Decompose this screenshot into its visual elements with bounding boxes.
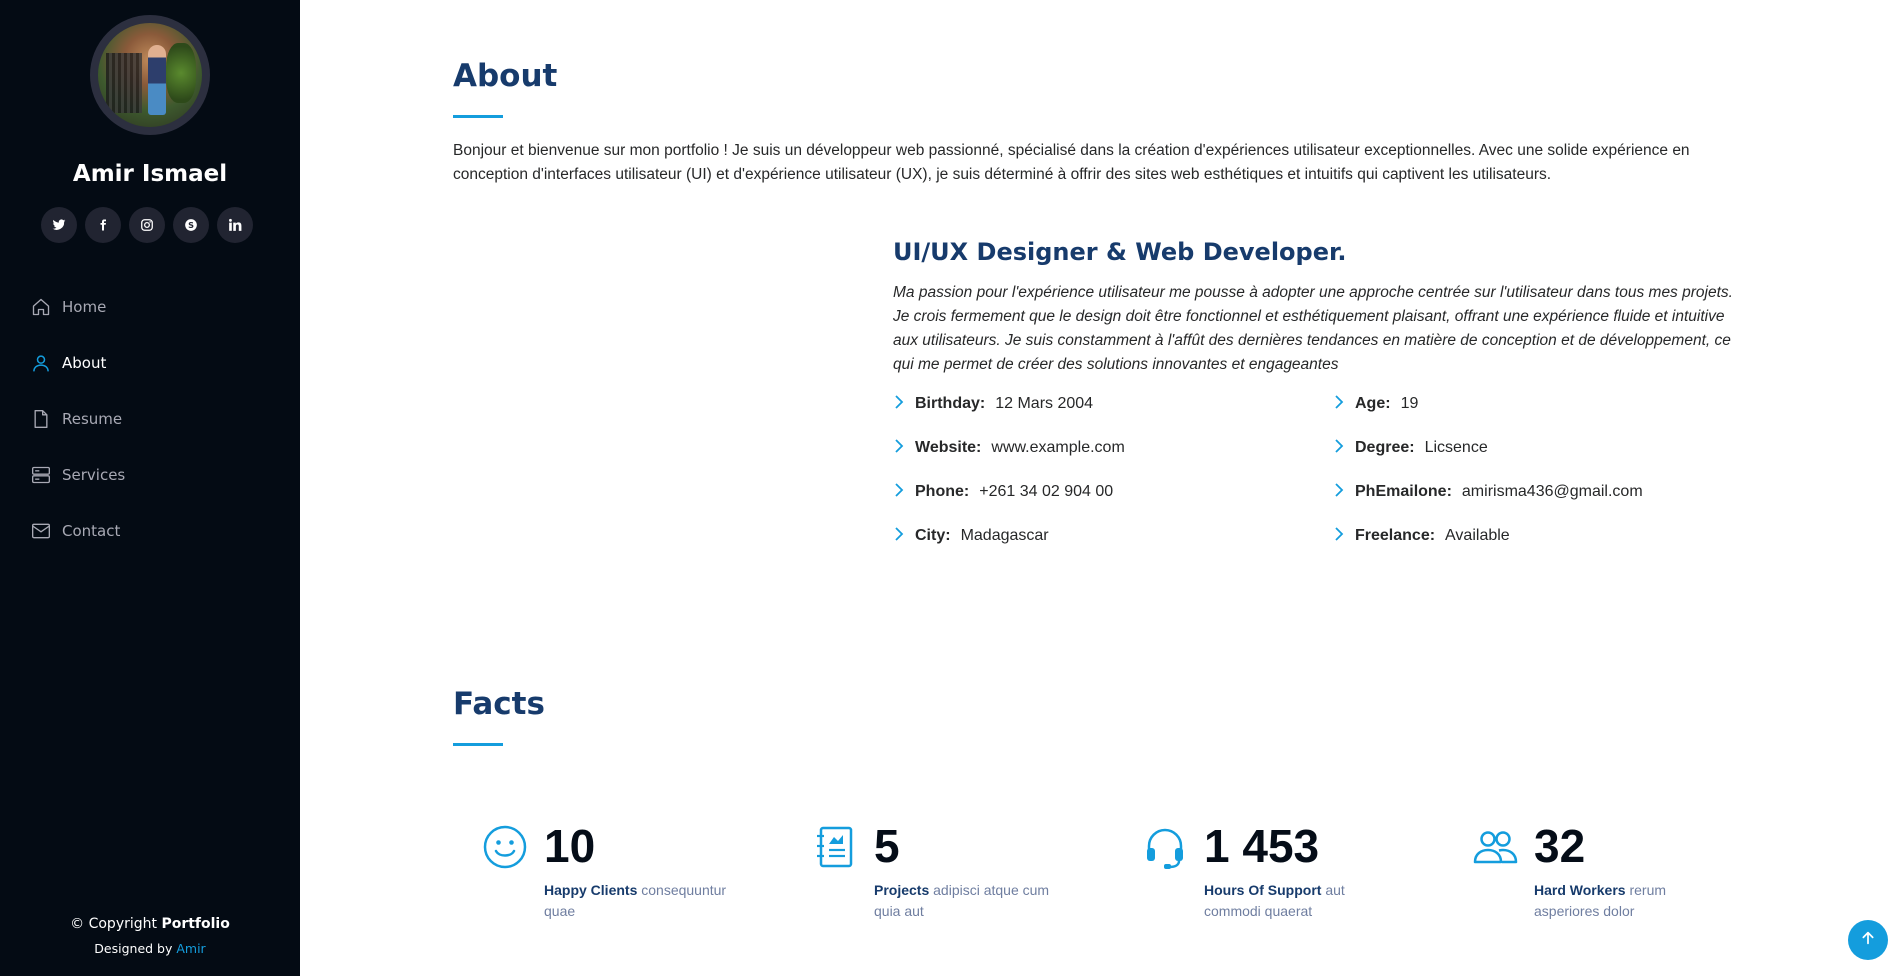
nav-item-label: Resume bbox=[62, 410, 123, 428]
designer-link[interactable]: Amir bbox=[176, 941, 205, 956]
avatar bbox=[90, 15, 210, 135]
fact-label: Hours Of Support bbox=[1204, 882, 1322, 898]
avatar-photo-gate bbox=[106, 53, 142, 113]
facts-title: Facts bbox=[453, 686, 545, 722]
chevron-right-icon bbox=[893, 438, 907, 459]
chevron-right-icon bbox=[1333, 438, 1347, 459]
nav-item-label: About bbox=[62, 354, 107, 372]
fact-number: 1 453 bbox=[1204, 820, 1320, 872]
fact-item: 1 453 Hours Of Support aut commodi quaer… bbox=[1142, 818, 1472, 928]
file-icon bbox=[30, 408, 52, 430]
detail-age: Age: 19 bbox=[1333, 392, 1773, 416]
linkedin-icon[interactable] bbox=[217, 207, 253, 243]
envelope-icon bbox=[30, 520, 52, 542]
about-title-underline bbox=[453, 115, 503, 118]
detail-freelance: Freelance: Available bbox=[1333, 524, 1773, 548]
nav-item-contact[interactable]: Contact bbox=[30, 503, 125, 559]
designed-by: Designed by Amir bbox=[0, 941, 300, 956]
home-icon bbox=[30, 296, 52, 318]
headset-icon bbox=[1142, 824, 1188, 870]
fact-label: Hard Workers bbox=[1534, 882, 1626, 898]
arrow-up-icon bbox=[1860, 930, 1876, 950]
copyright-brand: Portfolio bbox=[161, 916, 230, 932]
nav-item-label: Services bbox=[62, 466, 126, 484]
nav-item-about[interactable]: About bbox=[30, 335, 125, 391]
fact-label: Happy Clients bbox=[544, 882, 638, 898]
fact-item: 5 Projects adipisci atque cum quia aut bbox=[812, 818, 1142, 928]
chevron-right-icon bbox=[1333, 482, 1347, 503]
chevron-right-icon bbox=[1333, 526, 1347, 547]
sidebar: Amir Ismael S Home About Resume Services… bbox=[0, 0, 300, 976]
fact-description: Projects adipisci atque cum quia aut bbox=[874, 880, 1074, 922]
detail-degree: Degree: Licsence bbox=[1333, 436, 1773, 460]
detail-website: Website: www.example.com bbox=[893, 436, 1333, 460]
smile-icon bbox=[482, 824, 528, 870]
facts-title-underline bbox=[453, 743, 503, 746]
detail-city: City: Madagascar bbox=[893, 524, 1333, 548]
role-description: Ma passion pour l'expérience utilisateur… bbox=[893, 284, 1733, 373]
sidebar-nav: Home About Resume Services Contact bbox=[30, 279, 125, 559]
journal-icon bbox=[812, 824, 858, 870]
detail-value: 19 bbox=[1400, 395, 1419, 412]
fact-description: Hours Of Support aut commodi quaerat bbox=[1204, 880, 1404, 922]
people-icon bbox=[1472, 824, 1518, 870]
fact-number: 10 bbox=[544, 820, 596, 872]
person-icon bbox=[30, 352, 52, 374]
copyright-prefix: © Copyright bbox=[70, 916, 162, 932]
chevron-right-icon bbox=[893, 394, 907, 415]
designed-prefix: Designed by bbox=[94, 941, 177, 956]
svg-text:S: S bbox=[188, 220, 194, 230]
fact-item: 32 Hard Workers rerum asperiores dolor bbox=[1472, 818, 1802, 928]
server-icon bbox=[30, 464, 52, 486]
instagram-icon[interactable] bbox=[129, 207, 165, 243]
about-details: Birthday: 12 Mars 2004 Age: 19 Website: … bbox=[893, 392, 1773, 548]
detail-value: Licsence bbox=[1424, 439, 1488, 456]
detail-label: Age: bbox=[1355, 395, 1391, 412]
back-to-top-button[interactable] bbox=[1848, 920, 1888, 960]
detail-label: Website: bbox=[915, 439, 982, 456]
detail-label: Birthday: bbox=[915, 395, 986, 412]
about-title: About bbox=[453, 58, 558, 94]
nav-item-resume[interactable]: Resume bbox=[30, 391, 125, 447]
fact-number: 32 bbox=[1534, 820, 1586, 872]
detail-value: 12 Mars 2004 bbox=[995, 395, 1094, 412]
facts-grid: 10 Happy Clients consequuntur quae 5 Pro… bbox=[482, 818, 1802, 928]
detail-birthday: Birthday: 12 Mars 2004 bbox=[893, 392, 1333, 416]
fact-number: 5 bbox=[874, 820, 900, 872]
chevron-right-icon bbox=[893, 482, 907, 503]
nav-item-home[interactable]: Home bbox=[30, 279, 125, 335]
nav-item-label: Contact bbox=[62, 522, 121, 540]
about-intro: Bonjour et bienvenue sur mon portfolio !… bbox=[453, 142, 1690, 183]
detail-label: Degree: bbox=[1355, 439, 1415, 456]
detail-value: Available bbox=[1445, 527, 1510, 544]
detail-email: PhEmailone: amirisma436@gmail.com bbox=[1333, 480, 1773, 504]
nav-item-label: Home bbox=[62, 298, 107, 316]
detail-value: www.example.com bbox=[991, 439, 1125, 456]
avatar-photo-figure bbox=[148, 45, 166, 115]
detail-label: Freelance: bbox=[1355, 527, 1436, 544]
detail-label: Phone: bbox=[915, 483, 970, 500]
twitter-icon[interactable] bbox=[41, 207, 77, 243]
role-title: UI/UX Designer & Web Developer. bbox=[893, 238, 1347, 266]
social-links: S bbox=[41, 207, 253, 243]
chevron-right-icon bbox=[1333, 394, 1347, 415]
main-content: About Bonjour et bienvenue sur mon portf… bbox=[300, 0, 1903, 976]
fact-description: Happy Clients consequuntur quae bbox=[544, 880, 744, 922]
detail-label: City: bbox=[915, 527, 951, 544]
fact-item: 10 Happy Clients consequuntur quae bbox=[482, 818, 812, 928]
detail-label: PhEmailone: bbox=[1355, 483, 1452, 500]
fact-label: Projects bbox=[874, 882, 930, 898]
fact-description: Hard Workers rerum asperiores dolor bbox=[1534, 880, 1734, 922]
detail-value: amirisma436@gmail.com bbox=[1461, 483, 1643, 500]
profile-name[interactable]: Amir Ismael bbox=[0, 161, 300, 187]
copyright: © Copyright Portfolio bbox=[0, 916, 300, 932]
avatar-photo-plant bbox=[166, 43, 196, 103]
detail-value: +261 34 02 904 00 bbox=[979, 483, 1114, 500]
detail-phone: Phone: +261 34 02 904 00 bbox=[893, 480, 1333, 504]
nav-item-services[interactable]: Services bbox=[30, 447, 125, 503]
detail-value: Madagascar bbox=[960, 527, 1049, 544]
skype-icon[interactable]: S bbox=[173, 207, 209, 243]
chevron-right-icon bbox=[893, 526, 907, 547]
facebook-icon[interactable] bbox=[85, 207, 121, 243]
